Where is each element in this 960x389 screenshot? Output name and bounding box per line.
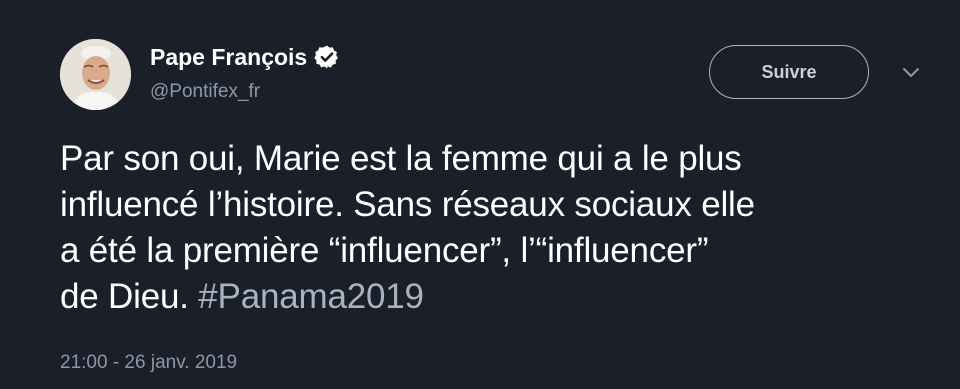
- tweet-text-line: de Dieu.: [60, 277, 199, 316]
- tweet-timestamp[interactable]: 21:00 - 26 janv. 2019: [60, 352, 237, 374]
- follow-button[interactable]: Suivre: [709, 45, 869, 99]
- tweet-text-line: a été la première “influencer”, l’“influ…: [60, 231, 709, 270]
- avatar-image: [60, 39, 131, 110]
- author-name[interactable]: Pape François: [150, 44, 307, 71]
- tweet-text-last-line: de Dieu. #Panama2019: [60, 274, 940, 320]
- tweet-text-line: influencé l’histoire. Sans réseaux socia…: [60, 185, 755, 224]
- tweet-card: Pape François @Pontifex_fr Suivre Par so…: [0, 0, 960, 389]
- tweet-text-line: Par son oui, Marie est la femme qui a le…: [60, 139, 742, 178]
- verified-badge-icon: [314, 45, 339, 69]
- hashtag-link[interactable]: #Panama2019: [198, 277, 424, 316]
- tweet-text: Par son oui, Marie est la femme qui a le…: [60, 136, 940, 320]
- author-name-row: Pape François: [150, 42, 340, 72]
- chevron-down-icon[interactable]: [901, 66, 921, 80]
- avatar[interactable]: [60, 39, 131, 110]
- author-handle[interactable]: @Pontifex_fr: [150, 81, 260, 103]
